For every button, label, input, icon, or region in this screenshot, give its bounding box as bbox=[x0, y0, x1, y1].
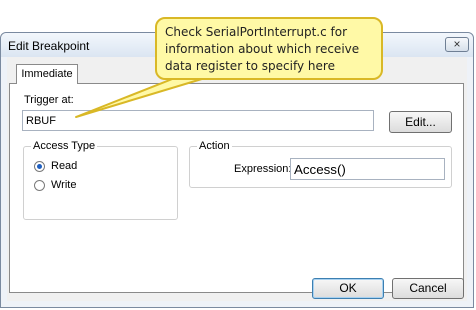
access-type-group: Access Type Read Write bbox=[23, 140, 178, 220]
expression-input[interactable] bbox=[290, 158, 445, 180]
callout-line: data register to specify here bbox=[165, 59, 335, 73]
callout-line: Check SerialPortInterrupt.c for bbox=[165, 25, 348, 39]
radio-write[interactable]: Write bbox=[34, 179, 76, 191]
window-title: Edit Breakpoint bbox=[8, 39, 90, 53]
close-button[interactable]: × bbox=[445, 37, 469, 52]
expression-label: Expression: bbox=[234, 163, 292, 175]
callout-line: information about which receive bbox=[165, 42, 360, 56]
radio-write-label: Write bbox=[51, 179, 77, 191]
trigger-label: Trigger at: bbox=[24, 94, 74, 106]
access-type-legend: Access Type bbox=[31, 140, 98, 152]
radio-write-button[interactable] bbox=[34, 179, 45, 191]
action-group: Action Expression: bbox=[189, 140, 452, 188]
trigger-input[interactable] bbox=[22, 110, 374, 131]
radio-read-button[interactable] bbox=[34, 160, 45, 172]
action-legend: Action bbox=[197, 140, 232, 152]
ok-button[interactable]: OK bbox=[312, 278, 384, 299]
radio-read-label: Read bbox=[51, 160, 78, 172]
tab-immediate[interactable]: Immediate bbox=[16, 64, 78, 84]
edit-button[interactable]: Edit... bbox=[389, 111, 452, 133]
annotation-callout: Check SerialPortInterrupt.c for informat… bbox=[155, 17, 383, 80]
radio-read[interactable]: Read bbox=[34, 160, 77, 172]
cancel-button[interactable]: Cancel bbox=[392, 278, 464, 299]
